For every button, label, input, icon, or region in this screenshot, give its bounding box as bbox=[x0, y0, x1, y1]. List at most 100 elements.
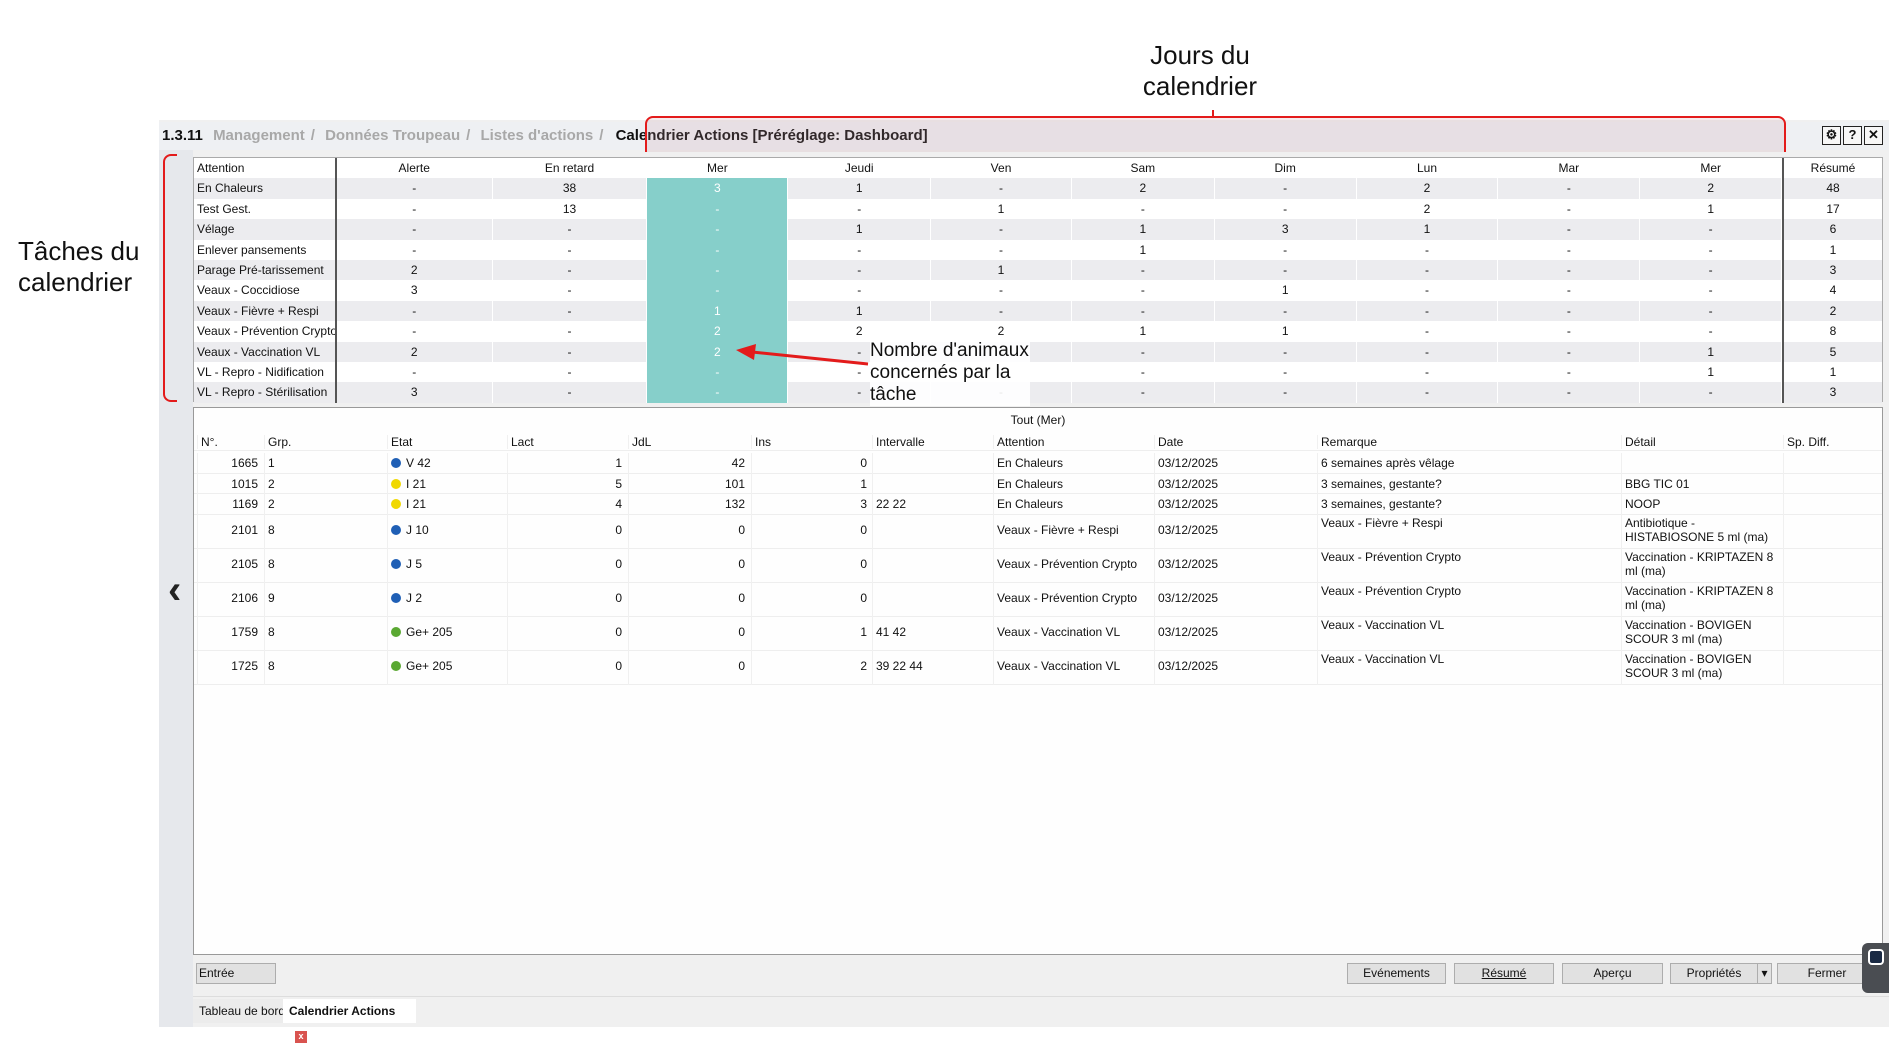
breadcrumb-donnees-troupeau[interactable]: Données Troupeau bbox=[325, 127, 460, 144]
list-cell-remarque: 3 semaines, gestante? bbox=[1317, 473, 1617, 494]
calendar-column-header[interactable]: Sam bbox=[1071, 158, 1215, 179]
list-row[interactable]: 2105 8 J 5 0 0 0 Veaux - Prévention Crypto 03/1… bbox=[194, 548, 1882, 583]
task-count-cell: - bbox=[1498, 239, 1641, 260]
list-cell-lact: 0 bbox=[507, 514, 625, 549]
list-cell-etat: I 21 bbox=[387, 473, 504, 494]
breadcrumb-listes-actions[interactable]: Listes d'actions bbox=[480, 127, 593, 144]
calendar-row[interactable]: Veaux - Prévention Crypto - -2 2 2 1 1- - -8 bbox=[194, 321, 1882, 342]
task-count-cell: - bbox=[493, 280, 648, 301]
list-column-header[interactable]: Détail bbox=[1621, 435, 1779, 449]
task-count-cell: - bbox=[337, 239, 493, 260]
task-count-cell: - bbox=[1215, 198, 1357, 220]
task-count-cell: - bbox=[1640, 239, 1783, 260]
tab-close-icon[interactable]: x bbox=[295, 1031, 307, 1043]
task-count-cell: - bbox=[337, 361, 493, 383]
status-dot-icon bbox=[391, 524, 401, 535]
task-count-cell: - bbox=[1215, 341, 1357, 362]
task-count-cell: - bbox=[1498, 361, 1641, 383]
task-name: Veaux - Prévention Crypto bbox=[194, 321, 337, 342]
teamviewer-icon[interactable] bbox=[1862, 943, 1889, 993]
list-cell-intervalle bbox=[872, 453, 990, 474]
calendar-column-header[interactable]: Attention bbox=[194, 158, 337, 179]
list-row[interactable]: 2106 9 J 2 0 0 0 Veaux - Prévention Crypto 03/1… bbox=[194, 582, 1882, 617]
task-count-cell: - bbox=[931, 219, 1072, 240]
list-cell-no: 1015 bbox=[197, 473, 261, 494]
close-icon[interactable]: ✕ bbox=[1864, 126, 1883, 145]
collapse-chevron-icon[interactable]: ‹ bbox=[168, 568, 181, 613]
tab-dashboard[interactable]: Tableau de bord bbox=[193, 999, 292, 1023]
calendar-column-header[interactable]: Mer bbox=[1640, 158, 1783, 179]
list-column-header[interactable]: Grp. bbox=[264, 435, 384, 449]
calendar-column-header[interactable]: Mar bbox=[1498, 158, 1641, 179]
list-cell-no: 1169 bbox=[197, 494, 261, 515]
list-column-header[interactable]: Sp. Diff. bbox=[1783, 435, 1883, 449]
calendar-column-header[interactable]: Jeudi bbox=[788, 158, 932, 179]
list-column-header[interactable]: N°. bbox=[197, 435, 261, 449]
task-count-cell: - bbox=[1640, 300, 1783, 322]
calendar-row[interactable]: Parage Pré-tarissement 2- - -1- - - - -3 bbox=[194, 259, 1882, 281]
calendar-column-header[interactable]: Alerte bbox=[336, 158, 493, 179]
list-column-header[interactable]: Ins bbox=[751, 435, 869, 449]
list-cell-lact: 1 bbox=[507, 453, 625, 474]
list-cell-date: 03/12/2025 bbox=[1154, 473, 1314, 494]
calendar-row[interactable]: Enlever pansements - - - - -1- - - -1 bbox=[194, 239, 1882, 260]
calendar-row[interactable]: VL - Repro - Nidification---------11 bbox=[194, 361, 1882, 383]
calendar-row[interactable]: En Chaleurs -38 3 1-2-2-2 48 bbox=[194, 178, 1882, 199]
gear-icon[interactable]: ⚙ bbox=[1822, 126, 1841, 145]
task-count-cell: - bbox=[931, 280, 1072, 301]
group-entry-button[interactable]: Entrée groupée bbox=[196, 963, 276, 984]
tab-calendar-actions[interactable]: Calendrier Actions x bbox=[283, 999, 416, 1043]
preview-button[interactable]: Aperçu bbox=[1562, 963, 1663, 984]
list-cell-date: 03/12/2025 bbox=[1154, 582, 1314, 617]
list-column-header[interactable]: JdL bbox=[628, 435, 748, 449]
calendar-row[interactable]: Veaux - Fièvre + Respi - -1 1- - - - - -2 bbox=[194, 300, 1882, 322]
help-icon[interactable]: ? bbox=[1843, 126, 1862, 145]
days-annotation-bracket bbox=[645, 116, 1786, 152]
calendar-column-header[interactable]: Ven bbox=[931, 158, 1072, 179]
calendar-column-header[interactable]: Lun bbox=[1356, 158, 1499, 179]
annotation-tasks: Tâches du calendrier bbox=[18, 236, 140, 297]
task-count-cell: 6 bbox=[1782, 219, 1882, 240]
list-column-header[interactable]: Intervalle bbox=[872, 435, 990, 449]
list-cell-grp: 9 bbox=[264, 582, 384, 617]
calendar-column-header[interactable]: En retard bbox=[492, 158, 648, 179]
task-count-cell: 1 bbox=[1640, 341, 1783, 362]
list-column-header[interactable]: Date bbox=[1154, 435, 1314, 449]
summary-button[interactable]: Résumé bbox=[1454, 963, 1554, 984]
list-column-header[interactable]: Remarque bbox=[1317, 435, 1617, 449]
calendar-row[interactable]: VL - Repro - Stérilisation3---------3 bbox=[194, 382, 1882, 403]
list-cell-grp: 8 bbox=[264, 548, 384, 583]
list-row[interactable]: 1759 8 Ge+ 205 0 0 1 41 42 Veaux - Vaccination … bbox=[194, 616, 1882, 651]
list-column-header[interactable]: Attention bbox=[993, 435, 1151, 449]
calendar-column-header[interactable]: Dim bbox=[1214, 158, 1357, 179]
task-count-cell: - bbox=[647, 259, 789, 281]
task-count-cell: - bbox=[337, 300, 493, 322]
calendar-column-header[interactable]: Mer bbox=[647, 158, 789, 179]
list-row[interactable]: 1725 8 Ge+ 205 0 0 2 39 22 44 Veaux - Vaccinati… bbox=[194, 650, 1882, 685]
list-column-header[interactable]: Lact bbox=[507, 435, 625, 449]
calendar-column-header[interactable]: Résumé bbox=[1782, 158, 1882, 179]
list-cell-etat: J 5 bbox=[387, 548, 504, 583]
list-row[interactable]: 1169 2 I 21 4 132 3 22 22 En Chaleurs 03/12/2025… bbox=[194, 494, 1882, 515]
list-row[interactable]: 1015 2 I 21 5 101 1 En Chaleurs 03/12/2025 3 sem… bbox=[194, 473, 1882, 494]
task-count-cell: - bbox=[1498, 300, 1641, 322]
list-cell-date: 03/12/2025 bbox=[1154, 453, 1314, 474]
events-button[interactable]: Evénements bbox=[1347, 963, 1446, 984]
calendar-row[interactable]: Test Gest. -13- -1- -2-1 17 bbox=[194, 198, 1882, 220]
list-cell-detail: Vaccination - KRIPTAZEN 8 ml (ma) bbox=[1621, 548, 1779, 583]
list-row[interactable]: 1665 1 V 42 1 42 0 En Chaleurs 03/12/2025 6 sema… bbox=[194, 453, 1882, 474]
list-cell-ins: 1 bbox=[751, 616, 869, 651]
calendar-row[interactable]: Vélage - - -1-1 3 1- -6 bbox=[194, 219, 1882, 240]
calendar-table: Attention Alerte En retard Mer Jeudi Ven Sam Di… bbox=[193, 157, 1883, 403]
breadcrumb-management[interactable]: Management bbox=[213, 127, 305, 144]
task-count-cell: 1 bbox=[931, 198, 1072, 220]
properties-button[interactable]: Propriétés bbox=[1670, 963, 1758, 984]
task-count-cell: - bbox=[1640, 382, 1783, 403]
list-row[interactable]: 2101 8 J 10 0 0 0 Veaux - Fièvre + Respi 03/12/… bbox=[194, 514, 1882, 549]
list-column-header[interactable]: Etat bbox=[387, 435, 504, 449]
calendar-header-row[interactable]: Attention Alerte En retard Mer Jeudi Ven Sam Di… bbox=[194, 158, 1882, 179]
status-label: I 21 bbox=[406, 497, 427, 511]
calendar-row[interactable]: Veaux - Vaccination VL2-2------15 bbox=[194, 341, 1882, 362]
properties-dropdown-button[interactable]: ▾ bbox=[1757, 963, 1772, 984]
calendar-row[interactable]: Veaux - Coccidiose 3- - - - -1- - -4 bbox=[194, 280, 1882, 301]
